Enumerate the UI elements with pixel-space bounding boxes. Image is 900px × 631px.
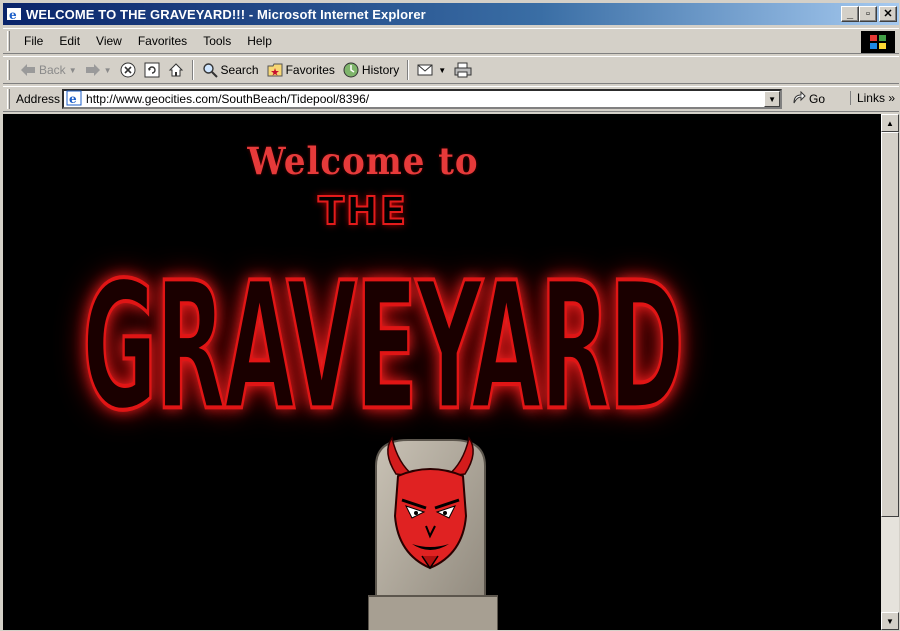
menu-favorites[interactable]: Favorites — [130, 34, 195, 48]
menu-bar: File Edit View Favorites Tools Help — [3, 28, 899, 54]
go-label: Go — [809, 92, 826, 106]
address-bar: Address e http://www.geocities.com/South… — [3, 86, 899, 112]
menu-view[interactable]: View — [88, 34, 130, 48]
back-button[interactable]: Back ▼ — [16, 63, 81, 77]
the-heading: THE — [317, 188, 408, 234]
forward-arrow-icon — [85, 63, 101, 77]
back-arrow-icon — [20, 63, 36, 77]
welcome-heading: Welcome to — [247, 140, 479, 184]
search-label: Search — [220, 63, 259, 77]
back-dropdown-icon: ▼ — [68, 65, 77, 75]
address-grip — [7, 89, 10, 109]
stop-icon — [120, 62, 136, 78]
browser-window: e WELCOME TO THE GRAVEYARD!!! - Microsof… — [0, 0, 900, 631]
links-button[interactable]: Links » — [849, 91, 895, 105]
mail-icon — [417, 62, 435, 78]
forward-dropdown-icon: ▼ — [103, 65, 112, 75]
history-label: History — [361, 63, 400, 77]
go-button[interactable]: Go — [792, 90, 826, 108]
menu-help[interactable]: Help — [239, 34, 280, 48]
address-input[interactable]: e http://www.geocities.com/SouthBeach/Ti… — [62, 89, 783, 109]
go-arrow-icon — [792, 90, 806, 108]
home-icon — [168, 62, 184, 78]
address-label: Address — [16, 92, 61, 106]
toolbar-grip — [7, 60, 10, 80]
favorites-button[interactable]: Favorites — [263, 63, 339, 77]
home-button[interactable] — [164, 62, 188, 78]
favorites-label: Favorites — [285, 63, 335, 77]
window-controls: _ ▫ ✕ — [841, 6, 897, 22]
window-title: WELCOME TO THE GRAVEYARD!!! - Microsoft … — [26, 6, 426, 22]
refresh-icon — [144, 62, 160, 78]
close-button[interactable]: ✕ — [879, 6, 897, 22]
address-dropdown-icon[interactable]: ▼ — [764, 91, 781, 107]
mail-button[interactable]: ▼ — [413, 62, 450, 78]
mail-dropdown-icon: ▼ — [438, 65, 447, 75]
menu-tools[interactable]: Tools — [195, 34, 239, 48]
title-bar: e WELCOME TO THE GRAVEYARD!!! - Microsof… — [3, 3, 899, 25]
standard-toolbar: Back ▼ ▼ Search Favorites History ▼ — [3, 56, 899, 84]
maximize-button[interactable]: ▫ — [859, 6, 877, 22]
vertical-scrollbar[interactable]: ▲ ▼ — [881, 114, 899, 630]
menu-grip — [7, 31, 10, 51]
links-label: Links — [856, 91, 885, 105]
history-button[interactable]: History — [339, 62, 403, 78]
history-icon — [343, 62, 359, 78]
print-button[interactable] — [450, 62, 476, 78]
favorites-folder-icon — [267, 63, 283, 77]
toolbar-separator — [191, 60, 194, 80]
refresh-button[interactable] — [140, 62, 164, 78]
search-button[interactable]: Search — [198, 62, 263, 78]
devil-tombstone-image — [367, 436, 499, 630]
page-content: Welcome to THE GRAVEYARD — [3, 114, 881, 630]
svg-text:e: e — [69, 92, 77, 106]
graveyard-logo: GRAVEYARD — [81, 242, 686, 451]
svg-text:e: e — [9, 8, 17, 22]
page-icon: e — [66, 90, 82, 109]
menu-edit[interactable]: Edit — [51, 34, 88, 48]
print-icon — [454, 62, 472, 78]
scroll-up-button[interactable]: ▲ — [881, 114, 899, 132]
forward-button[interactable]: ▼ — [81, 63, 116, 77]
toolbar-separator-2 — [407, 60, 410, 80]
ie-icon: e — [6, 6, 22, 22]
scroll-thumb[interactable] — [881, 132, 899, 517]
windows-logo-icon — [861, 31, 895, 53]
scroll-down-button[interactable]: ▼ — [881, 612, 899, 630]
address-url: http://www.geocities.com/SouthBeach/Tide… — [86, 92, 370, 106]
stop-button[interactable] — [116, 62, 140, 78]
menu-file[interactable]: File — [16, 34, 51, 48]
back-label: Back — [39, 63, 66, 77]
search-icon — [202, 62, 218, 78]
minimize-button[interactable]: _ — [841, 6, 859, 22]
